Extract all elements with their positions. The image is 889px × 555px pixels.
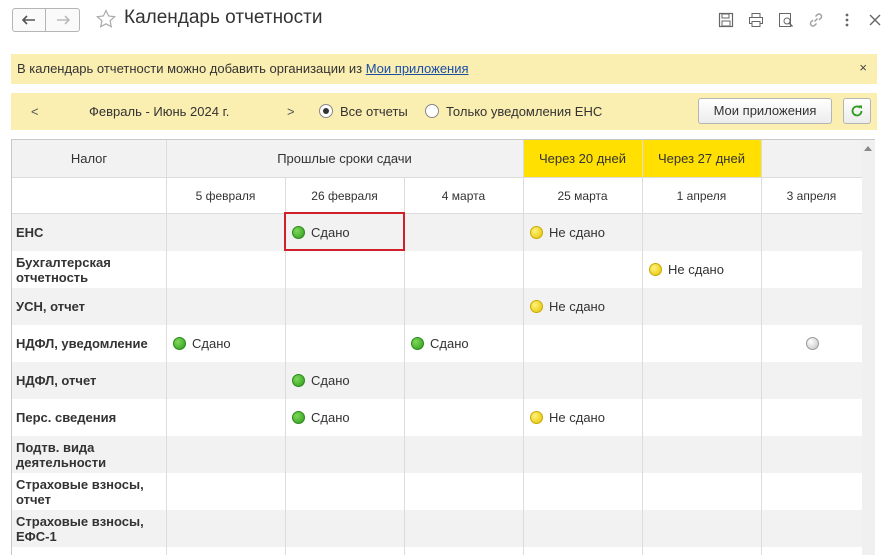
arrow-right-icon xyxy=(56,15,70,25)
link-icon[interactable] xyxy=(807,11,825,29)
divider xyxy=(12,177,863,178)
print-icon[interactable] xyxy=(747,11,765,29)
tax-name[interactable]: НДФЛ, уведомление xyxy=(12,325,166,362)
divider xyxy=(642,140,643,555)
report-status-cell[interactable]: Сдано xyxy=(292,362,404,399)
status-label: Сдано xyxy=(311,373,350,388)
page-title: Календарь отчетности xyxy=(124,7,323,28)
info-banner: В календарь отчетности можно добавить ор… xyxy=(11,54,877,84)
column-header-past-deadlines: Прошлые сроки сдачи xyxy=(166,140,523,177)
filter-bar: < Февраль - Июнь 2024 г. > Все отчеты То… xyxy=(11,93,877,130)
tax-name[interactable]: Страховые взносы, отчет xyxy=(12,473,166,510)
tax-name[interactable]: Подтв. вида деятельности xyxy=(12,436,166,473)
radio-ens-only-label[interactable]: Только уведомления ЕНС xyxy=(446,104,602,119)
status-label: Не сдано xyxy=(549,410,605,425)
my-apps-button[interactable]: Мои приложения xyxy=(698,98,832,124)
tax-name[interactable]: Страховые взносы, ЕФС-1 xyxy=(12,510,166,547)
period-label: Февраль - Июнь 2024 г. xyxy=(89,104,230,119)
scroll-up-arrow-icon[interactable] xyxy=(864,146,872,151)
status-not-done-icon xyxy=(649,263,662,276)
banner-text: В календарь отчетности можно добавить ор… xyxy=(17,61,469,76)
tax-name[interactable]: Перс. сведения xyxy=(12,399,166,436)
column-header-tax: Налог xyxy=(12,140,166,177)
my-apps-link[interactable]: Мои приложения xyxy=(366,61,469,76)
status-pending-icon xyxy=(806,337,819,350)
previous-period-button[interactable]: < xyxy=(31,104,39,119)
divider xyxy=(12,213,863,214)
close-icon[interactable] xyxy=(866,11,884,29)
status-label: Сдано xyxy=(311,410,350,425)
status-not-done-icon xyxy=(530,411,543,424)
arrow-left-icon xyxy=(22,15,35,25)
status-label: Не сдано xyxy=(668,262,724,277)
preview-icon[interactable] xyxy=(777,11,795,29)
divider xyxy=(523,140,524,555)
date-header: 1 апреля xyxy=(676,188,727,203)
report-status-cell[interactable] xyxy=(806,325,846,362)
report-status-cell[interactable]: Сдано xyxy=(411,325,523,362)
radio-all-reports-label[interactable]: Все отчеты xyxy=(340,104,408,119)
report-status-cell[interactable]: Не сдано xyxy=(530,288,642,325)
date-header: 5 февраля xyxy=(195,188,256,203)
radio-ens-only[interactable] xyxy=(425,104,439,118)
banner-close-button[interactable]: × xyxy=(859,60,867,75)
radio-all-reports[interactable] xyxy=(319,104,333,118)
more-icon[interactable] xyxy=(838,11,856,29)
tax-name[interactable]: Бухгалтерская отчетность xyxy=(12,251,166,288)
selected-cell-highlight xyxy=(284,212,405,251)
status-done-icon xyxy=(292,374,305,387)
report-calendar-table: Налог Прошлые сроки сдачи Через 20 дней Чер… xyxy=(11,139,875,555)
date-header: 25 марта xyxy=(557,188,608,203)
status-not-done-icon xyxy=(530,226,543,239)
status-label: Сдано xyxy=(430,336,469,351)
save-icon[interactable] xyxy=(717,11,735,29)
title-bar: Календарь отчетности xyxy=(0,0,889,42)
refresh-icon xyxy=(851,105,863,117)
tax-name[interactable]: ЕНС xyxy=(12,214,166,251)
status-done-icon xyxy=(411,337,424,350)
status-label: Сдано xyxy=(192,336,231,351)
status-not-done-icon xyxy=(530,300,543,313)
column-header-in-20-days: Через 20 дней xyxy=(523,140,642,177)
report-status-cell[interactable]: Не сдано xyxy=(530,214,642,251)
date-header: 4 марта xyxy=(441,188,486,203)
status-done-icon xyxy=(173,337,186,350)
column-header-in-27-days: Через 27 дней xyxy=(642,140,761,177)
report-status-cell[interactable]: Не сдано xyxy=(530,399,642,436)
tax-name[interactable]: УСН, отчет xyxy=(12,288,166,325)
refresh-button[interactable] xyxy=(843,98,871,124)
back-button[interactable] xyxy=(12,8,46,32)
favorite-star-icon[interactable] xyxy=(96,9,116,32)
report-status-cell[interactable]: Сдано xyxy=(173,325,285,362)
next-period-button[interactable]: > xyxy=(287,104,295,119)
divider xyxy=(166,140,167,555)
vertical-scrollbar[interactable] xyxy=(862,140,875,555)
report-status-cell[interactable]: Не сдано xyxy=(649,251,761,288)
column-header-blank xyxy=(761,140,862,177)
date-header: 26 февраля xyxy=(311,188,378,203)
date-header: 3 апреля xyxy=(786,188,837,203)
status-done-icon xyxy=(292,411,305,424)
forward-button[interactable] xyxy=(46,8,80,32)
banner-message: В календарь отчетности можно добавить ор… xyxy=(17,61,366,76)
divider xyxy=(761,140,762,555)
tax-name[interactable]: НДФЛ, отчет xyxy=(12,362,166,399)
report-status-cell[interactable]: Сдано xyxy=(292,399,404,436)
status-label: Не сдано xyxy=(549,225,605,240)
status-label: Не сдано xyxy=(549,299,605,314)
